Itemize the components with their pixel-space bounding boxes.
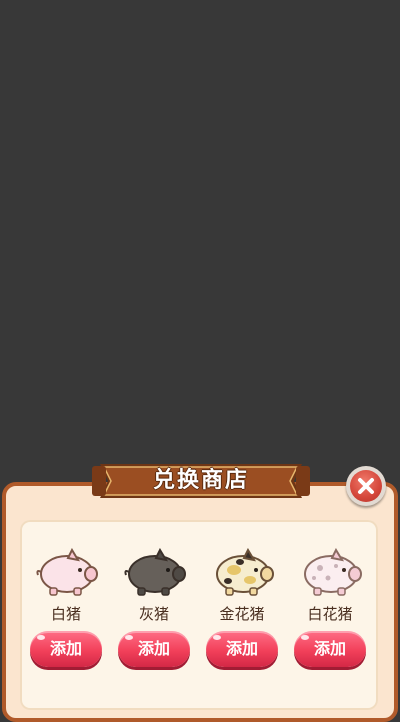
add-golden-spotted-pig-button[interactable]: 添加 — [206, 631, 278, 667]
item-name: 白猪 — [50, 605, 81, 623]
add-gray-pig-button[interactable]: 添加 — [118, 631, 190, 667]
close-icon — [358, 478, 374, 494]
item-name: 灰猪 — [138, 605, 169, 623]
shop-item-golden-spotted-pig: 金花猪 添加 — [200, 548, 284, 678]
gray-pig-icon — [124, 548, 186, 596]
golden-spotted-pig-icon — [216, 548, 274, 596]
shop-item-white-pig: 白猪 添加 — [24, 548, 108, 678]
add-white-pig-button[interactable]: 添加 — [30, 631, 102, 667]
add-white-spotted-pig-button[interactable]: 添加 — [294, 631, 366, 667]
item-name: 白花猪 — [307, 605, 353, 623]
white-spotted-pig-icon — [304, 548, 362, 596]
shop-item-white-spotted-pig: 白花猪 添加 — [288, 548, 372, 678]
item-name: 金花猪 — [219, 605, 265, 623]
white-pig-icon — [36, 548, 98, 596]
shop-item-gray-pig: 灰猪 添加 — [112, 548, 196, 678]
shop-title-plaque: 兑换商店 — [92, 456, 310, 506]
close-button[interactable] — [346, 466, 386, 506]
shop-title: 兑换商店 — [152, 468, 249, 493]
